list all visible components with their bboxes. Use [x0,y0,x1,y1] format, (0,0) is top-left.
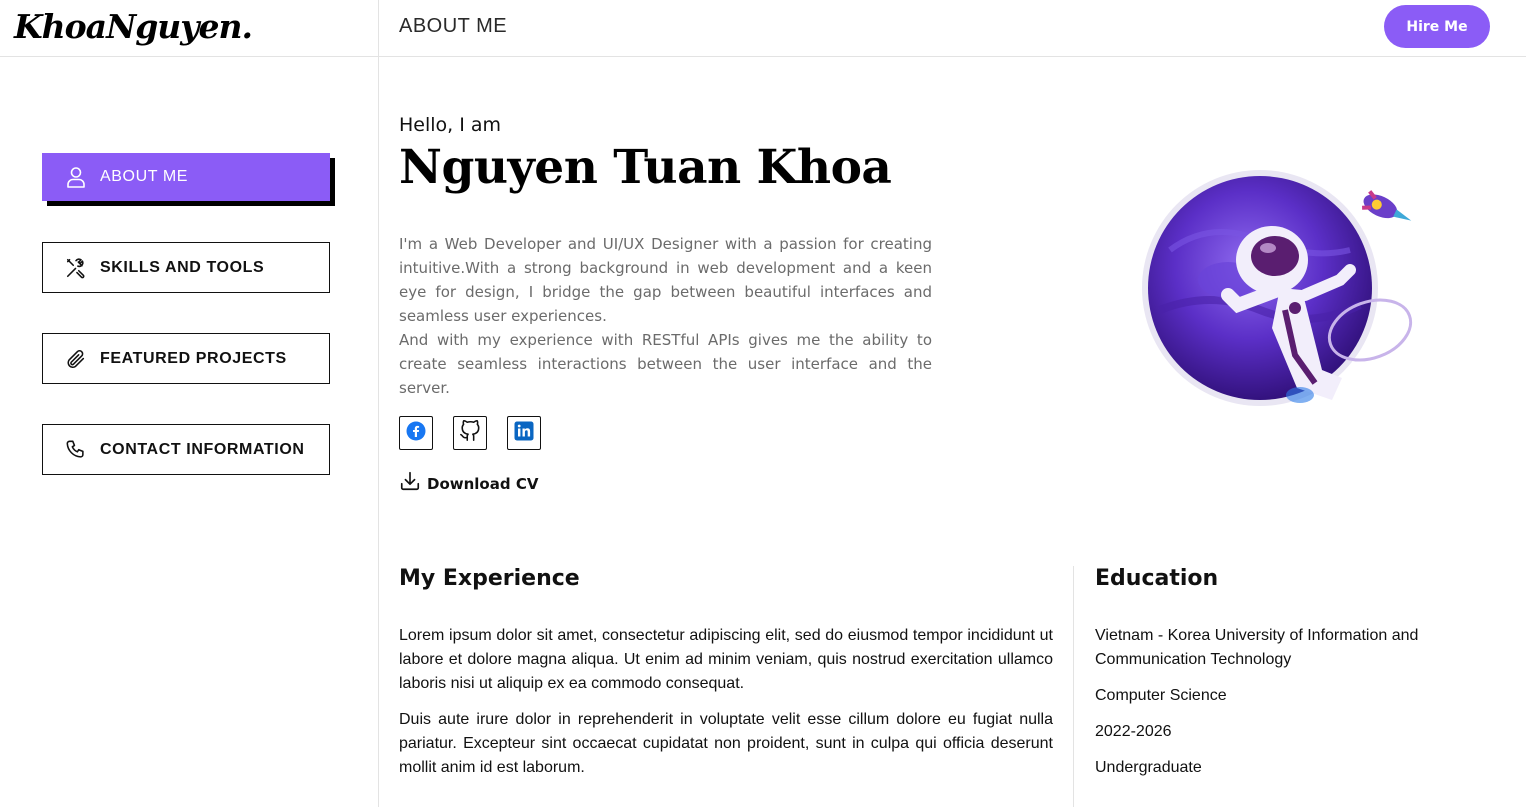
section-divider [1073,566,1074,807]
experience-paragraph: Lorem ipsum dolor sit amet, consectetur … [399,627,1053,692]
sidebar-divider [378,0,379,807]
greeting: Hello, I am [399,114,502,136]
nav-item-contact-information[interactable]: CONTACT INFORMATION [42,424,330,475]
education-list: Vietnam - Korea University of Informatio… [1095,624,1455,780]
facebook-link[interactable] [399,416,433,450]
nav-label: ABOUT ME [100,168,189,185]
github-link[interactable] [453,416,487,450]
experience-paragraph: Duis aute irure dolor in reprehenderit i… [399,711,1053,776]
nav-item-skills-and-tools[interactable]: SKILLS AND TOOLS [42,242,330,293]
page-title: ABOUT ME [399,15,508,37]
bio-paragraph: I'm a Web Developer and UI/UX Designer w… [399,235,932,325]
education-years: 2022-2026 [1095,723,1172,740]
bio: I'm a Web Developer and UI/UX Designer w… [399,232,932,400]
education-major: Computer Science [1095,687,1227,704]
experience-body: Lorem ipsum dolor sit amet, consectetur … [399,624,1053,780]
education-title: Education [1095,566,1219,591]
astronaut-illustration [1130,160,1450,440]
facebook-icon [406,421,426,446]
site-logo[interactable]: KhoaNguyen. [14,4,253,50]
linkedin-icon [514,421,534,446]
nav-label: FEATURED PROJECTS [100,349,287,367]
phone-icon [65,439,87,461]
download-cv-label: Download CV [427,474,539,493]
nav-item-about-me[interactable]: ABOUT ME [42,153,330,201]
download-icon [399,470,421,497]
download-cv-button[interactable]: Download CV [399,470,538,497]
nav-label: CONTACT INFORMATION [100,440,305,458]
paperclip-icon [65,348,87,370]
top-bar: KhoaNguyen. ABOUT ME Hire Me [0,0,1526,57]
education-school: Vietnam - Korea University of Informatio… [1095,627,1419,668]
github-icon [459,419,481,447]
full-name: Nguyen Tuan Khoa [399,140,892,195]
nav-label: SKILLS AND TOOLS [100,258,265,276]
experience-title: My Experience [399,566,580,591]
linkedin-link[interactable] [507,416,541,450]
hire-me-button[interactable]: Hire Me [1384,5,1490,48]
user-icon [65,166,87,188]
nav-item-featured-projects[interactable]: FEATURED PROJECTS [42,333,330,384]
education-level: Undergraduate [1095,759,1202,776]
tools-icon [65,257,87,279]
bio-paragraph: And with my experience with RESTful APIs… [399,331,932,397]
